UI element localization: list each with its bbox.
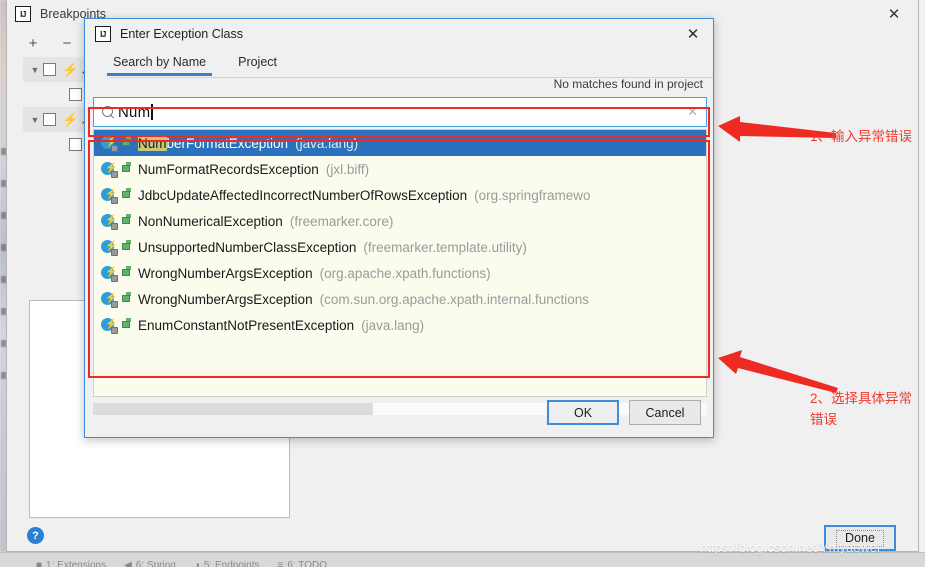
result-row[interactable]: ⚡ NumberFormatException (java.lang)	[94, 130, 706, 156]
result-package: (freemarker.core)	[289, 213, 394, 229]
result-class-name: JdbcUpdateAffectedIncorrectNumberOfRowsE…	[138, 187, 468, 203]
todo-icon: ≡	[277, 559, 284, 567]
status-item-todo[interactable]: ≡ 6: TODO	[277, 560, 327, 567]
status-label: 6: TODO	[287, 559, 327, 567]
status-item-extensions[interactable]: ■ 1: Extensions	[36, 560, 106, 567]
spring-icon: ◀	[124, 559, 132, 567]
ij-logo-icon	[15, 6, 31, 22]
result-row[interactable]: ⚡ WrongNumberArgsException (com.sun.org.…	[94, 286, 706, 312]
exception-class-icon: ⚡	[101, 317, 118, 334]
final-class-marker-icon	[120, 136, 132, 150]
result-class-name: UnsupportedNumberClassException	[138, 239, 357, 255]
tab-project[interactable]: Project	[234, 53, 281, 76]
exception-class-icon: ⚡	[101, 291, 118, 308]
add-breakpoint-button[interactable]: +	[23, 33, 43, 53]
chevron-down-icon[interactable]: ▼	[27, 65, 43, 75]
extensions-icon: ■	[36, 559, 43, 567]
result-row[interactable]: ⚡ NonNumericalException (freemarker.core…	[94, 208, 706, 234]
breakpoint-bolt-icon: ⚡	[62, 111, 79, 127]
result-class-name: WrongNumberArgsException	[138, 265, 313, 281]
dialog-titlebar: Enter Exception Class ✕	[85, 19, 713, 49]
result-class-name: EnumConstantNotPresentException	[138, 317, 355, 333]
final-class-marker-icon	[120, 240, 132, 254]
ok-button[interactable]: OK	[547, 400, 619, 425]
text-caret	[151, 104, 153, 120]
tree-checkbox[interactable]	[69, 138, 82, 151]
result-class-rest: berFormatException	[166, 135, 289, 151]
breakpoints-close-button[interactable]: ✕	[880, 3, 908, 25]
tree-checkbox[interactable]	[69, 88, 82, 101]
result-row[interactable]: ⚡ NumFormatRecordsException (jxl.biff)	[94, 156, 706, 182]
result-class-name: NumberFormatException	[138, 135, 289, 151]
result-package: (org.apache.xpath.functions)	[319, 265, 491, 281]
result-row[interactable]: ⚡ UnsupportedNumberClassException (freem…	[94, 234, 706, 260]
enter-exception-class-dialog: Enter Exception Class ✕ Search by Name P…	[84, 18, 714, 438]
tab-search-by-name[interactable]: Search by Name	[106, 53, 213, 76]
help-button[interactable]: ?	[27, 527, 44, 544]
result-class-name: WrongNumberArgsException	[138, 291, 313, 307]
clear-search-icon[interactable]: ✕	[687, 104, 698, 120]
scrollbar-thumb[interactable]	[93, 403, 373, 415]
annotation-text-2: 2、选择具体异常错误	[810, 391, 913, 427]
remove-breakpoint-button[interactable]: −	[57, 33, 77, 53]
chevron-down-icon[interactable]: ▼	[27, 115, 43, 125]
result-row[interactable]: ⚡ EnumConstantNotPresentException (java.…	[94, 312, 706, 338]
final-class-marker-icon	[120, 214, 132, 228]
search-input[interactable]: Num ✕	[93, 97, 707, 127]
search-input-value: Num	[118, 103, 151, 121]
exception-class-icon: ⚡	[101, 213, 118, 230]
status-item-spring[interactable]: ◀ 6: Spring	[124, 560, 176, 567]
endpoints-icon: ◑	[193, 559, 200, 567]
result-package: (com.sun.org.apache.xpath.internal.funct…	[319, 291, 589, 307]
tree-checkbox[interactable]	[43, 113, 56, 126]
status-label: 5: Endpoints	[203, 559, 260, 567]
result-package: (freemarker.template.utility)	[363, 239, 527, 255]
result-row[interactable]: ⚡ JdbcUpdateAffectedIncorrectNumberOfRow…	[94, 182, 706, 208]
result-package: (jxl.biff)	[325, 161, 370, 177]
result-class-name: NumFormatRecordsException	[138, 161, 319, 177]
final-class-marker-icon	[120, 266, 132, 280]
breakpoint-bolt-icon: ⚡	[62, 61, 79, 77]
search-icon	[102, 105, 115, 119]
result-package: (java.lang)	[361, 317, 425, 333]
result-package: (java.lang)	[295, 135, 359, 151]
final-class-marker-icon	[120, 188, 132, 202]
dialog-close-button[interactable]: ✕	[679, 23, 707, 45]
match-highlight: Num	[138, 135, 167, 151]
final-class-marker-icon	[120, 318, 132, 332]
status-label: 1: Extensions	[46, 559, 107, 567]
final-class-marker-icon	[120, 162, 132, 176]
status-label: 6: Spring	[135, 559, 176, 567]
exception-class-icon: ⚡	[101, 135, 118, 152]
watermark: https://blog.csdn.net/Ymyaowei	[700, 540, 880, 555]
result-class-name: NonNumericalException	[138, 213, 283, 229]
exception-class-icon: ⚡	[101, 239, 118, 256]
exception-class-icon: ⚡	[101, 161, 118, 178]
ij-logo-icon	[95, 26, 111, 42]
annotation-text-1: 1、输入异常错误	[810, 129, 913, 144]
result-row[interactable]: ⚡ WrongNumberArgsException (org.apache.x…	[94, 260, 706, 286]
final-class-marker-icon	[120, 292, 132, 306]
exception-class-icon: ⚡	[101, 265, 118, 282]
cancel-button[interactable]: Cancel	[629, 400, 701, 425]
dialog-title: Enter Exception Class	[120, 27, 243, 41]
screen-root: Breakpoints ✕ + − ⧉ ▼ ⚡ Jav ⚡ ▼ ⚡ Ja	[0, 0, 925, 567]
no-matches-status: No matches found in project	[553, 77, 703, 91]
search-results-list[interactable]: ⚡ NumberFormatException (java.lang) ⚡ Nu…	[93, 129, 707, 397]
tree-checkbox[interactable]	[43, 63, 56, 76]
exception-class-icon: ⚡	[101, 187, 118, 204]
result-package: (org.springframewo	[474, 187, 591, 203]
dialog-button-bar: OK Cancel	[547, 400, 701, 425]
status-item-endpoints[interactable]: ◑ 5: Endpoints	[194, 560, 260, 567]
dialog-tabs: Search by Name Project	[106, 53, 713, 79]
